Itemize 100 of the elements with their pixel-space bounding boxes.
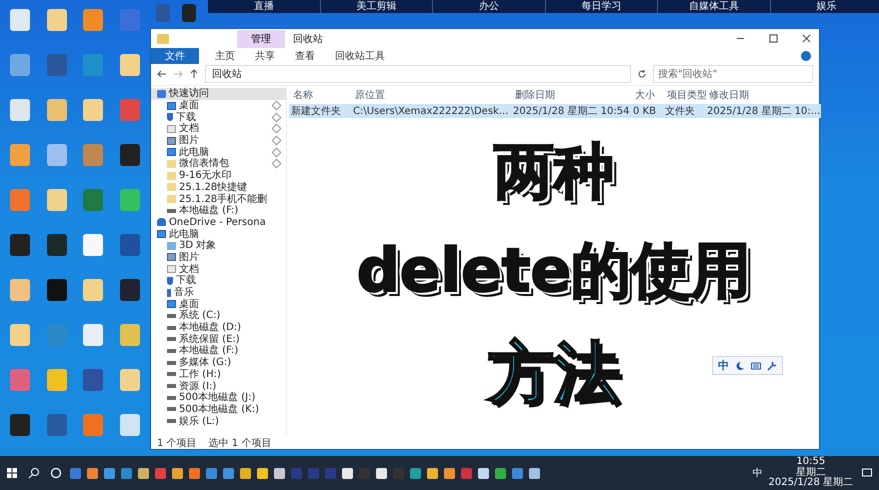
moon-icon[interactable] [735, 360, 745, 370]
nav-item[interactable]: 工作 (H:) [151, 368, 286, 380]
desktop-icon[interactable] [182, 4, 196, 22]
nav-item[interactable]: 500本地磁盘 (K:) [151, 404, 286, 416]
taskbar-app-icon[interactable] [189, 468, 200, 478]
taskbar-app-icon[interactable] [529, 468, 540, 478]
taskbar-app-icon[interactable] [257, 468, 268, 478]
desktop-icon[interactable] [83, 279, 104, 301]
nav-item[interactable]: 文档 [151, 263, 286, 275]
nav-item[interactable]: 图片 [151, 252, 286, 264]
column-header[interactable]: 修改日期 [705, 88, 821, 102]
nav-item[interactable]: 多媒体 (G:) [151, 356, 286, 368]
circle-icon[interactable] [50, 467, 62, 479]
taskbar-app-icon[interactable] [478, 468, 489, 478]
nav-item[interactable]: 资源 (I:) [151, 380, 286, 392]
column-header[interactable]: 原位置 [351, 88, 511, 102]
nav-item[interactable]: OneDrive - Persona [151, 216, 286, 228]
nav-item[interactable]: 9-16无水印 [151, 170, 286, 182]
desktop-icon[interactable] [120, 414, 140, 436]
forward-arrow-icon[interactable] [173, 69, 183, 79]
start-icon[interactable] [6, 467, 18, 479]
ribbon-tab[interactable]: 共享 [251, 48, 279, 64]
taskbar-app-icon[interactable] [376, 468, 387, 478]
taskbar-app-icon[interactable] [87, 468, 98, 478]
desktop-icon[interactable] [10, 324, 30, 346]
desktop-icon[interactable] [83, 234, 104, 256]
file-row[interactable]: 新建文件夹 C:\Users\Xemax222222\Desk... 2025/1/28 星期二 10:54 0 KB 文件夹 2025/1/28 星期二 10:... [289, 104, 821, 118]
nav-item[interactable]: 25.1.28快捷键 [151, 182, 286, 194]
nav-item[interactable]: 图片 [151, 134, 286, 146]
nav-item[interactable]: 下载 [151, 111, 286, 124]
refresh-icon[interactable] [637, 69, 647, 79]
wrench-icon[interactable] [767, 360, 777, 370]
taskbar-app-icon[interactable] [342, 468, 353, 478]
desktop-icon[interactable] [120, 144, 140, 166]
maximize-icon[interactable] [769, 34, 778, 43]
column-header[interactable]: 名称 [289, 88, 351, 102]
nav-item[interactable]: 本地磁盘 (F:) [151, 345, 286, 357]
taskbar-app-icon[interactable] [495, 468, 506, 478]
ribbon-tab[interactable]: 回收站工具 [331, 48, 389, 64]
desktop-icon[interactable] [10, 279, 30, 301]
nav-item[interactable]: 桌面 [151, 100, 286, 112]
desktop-icon[interactable] [83, 99, 104, 121]
nav-item[interactable]: 文档 [151, 123, 286, 135]
nav-item[interactable]: 系统 (C:) [151, 310, 286, 322]
nav-item[interactable]: 快速访问 [151, 88, 286, 100]
ime-mode-button[interactable]: 中 [718, 358, 729, 373]
taskbar-app-icon[interactable] [427, 468, 438, 478]
desktop-icon[interactable] [10, 9, 30, 31]
context-tab[interactable]: 管理 [237, 30, 285, 48]
search-field[interactable]: 搜索"回收站" [653, 65, 813, 83]
taskbar-app-icon[interactable] [274, 468, 285, 478]
taskbar-app-icon[interactable] [444, 468, 455, 478]
nav-item[interactable]: 娱乐 (L:) [151, 415, 286, 427]
desktop-icon[interactable] [10, 99, 30, 121]
taskbar-app-icon[interactable] [172, 468, 183, 478]
desktop-icon[interactable] [46, 279, 67, 301]
up-arrow-icon[interactable] [189, 69, 199, 79]
desktop-icon[interactable] [46, 99, 67, 121]
column-header[interactable]: 大小 [631, 88, 663, 102]
nav-item[interactable]: 本地磁盘 (D:) [151, 322, 286, 334]
category-link[interactable]: 每日学习 [546, 0, 658, 13]
address-bar[interactable]: 回收站 [205, 65, 631, 83]
category-link[interactable]: 直播 [208, 0, 320, 13]
taskbar-app-icon[interactable] [138, 468, 149, 478]
desktop-icon[interactable] [46, 9, 67, 31]
desktop-icon[interactable] [120, 54, 140, 76]
keyboard-icon[interactable] [751, 360, 761, 370]
column-header[interactable]: 删除日期 [511, 88, 631, 102]
ribbon-tab[interactable]: 查看 [291, 48, 319, 64]
desktop-icon[interactable] [46, 234, 67, 256]
category-link[interactable]: 娱乐 [770, 0, 879, 13]
desktop-icon[interactable] [120, 369, 140, 391]
nav-item[interactable]: 桌面 [151, 298, 286, 310]
nav-item[interactable]: 下载 [151, 275, 286, 287]
search-icon[interactable] [28, 467, 40, 479]
nav-item[interactable]: 500本地磁盘 (J:) [151, 392, 286, 404]
help-icon[interactable] [801, 50, 811, 60]
nav-item[interactable]: 音乐 [151, 286, 286, 298]
ribbon-tab[interactable]: 主页 [211, 48, 239, 64]
desktop-icon[interactable] [10, 234, 30, 256]
taskbar-app-icon[interactable] [104, 468, 115, 478]
nav-item[interactable]: 25.1.28手机不能删 [151, 193, 286, 205]
back-arrow-icon[interactable] [157, 69, 167, 79]
nav-item[interactable]: 系统保留 (E:) [151, 333, 286, 346]
nav-item[interactable]: 微信表情包 [151, 158, 286, 170]
close-icon[interactable] [802, 34, 811, 43]
nav-item[interactable]: 此电脑 [151, 146, 286, 158]
desktop-icon[interactable] [46, 189, 67, 211]
desktop-icon[interactable] [120, 279, 140, 301]
taskbar-app-icon[interactable] [240, 468, 251, 478]
desktop-icon[interactable] [83, 324, 104, 346]
desktop-icon[interactable] [10, 414, 30, 436]
notification-icon[interactable] [861, 467, 873, 479]
category-link[interactable]: 自媒体工具 [658, 0, 770, 13]
category-link[interactable]: 美工剪辑 [320, 0, 433, 13]
column-header[interactable]: 项目类型 [663, 88, 705, 102]
nav-item[interactable]: 本地磁盘 (F:) [151, 204, 286, 217]
nav-item[interactable]: 3D 对象 [151, 240, 286, 252]
category-link[interactable]: 办公 [433, 0, 546, 13]
nav-item[interactable]: 此电脑 [151, 228, 286, 240]
